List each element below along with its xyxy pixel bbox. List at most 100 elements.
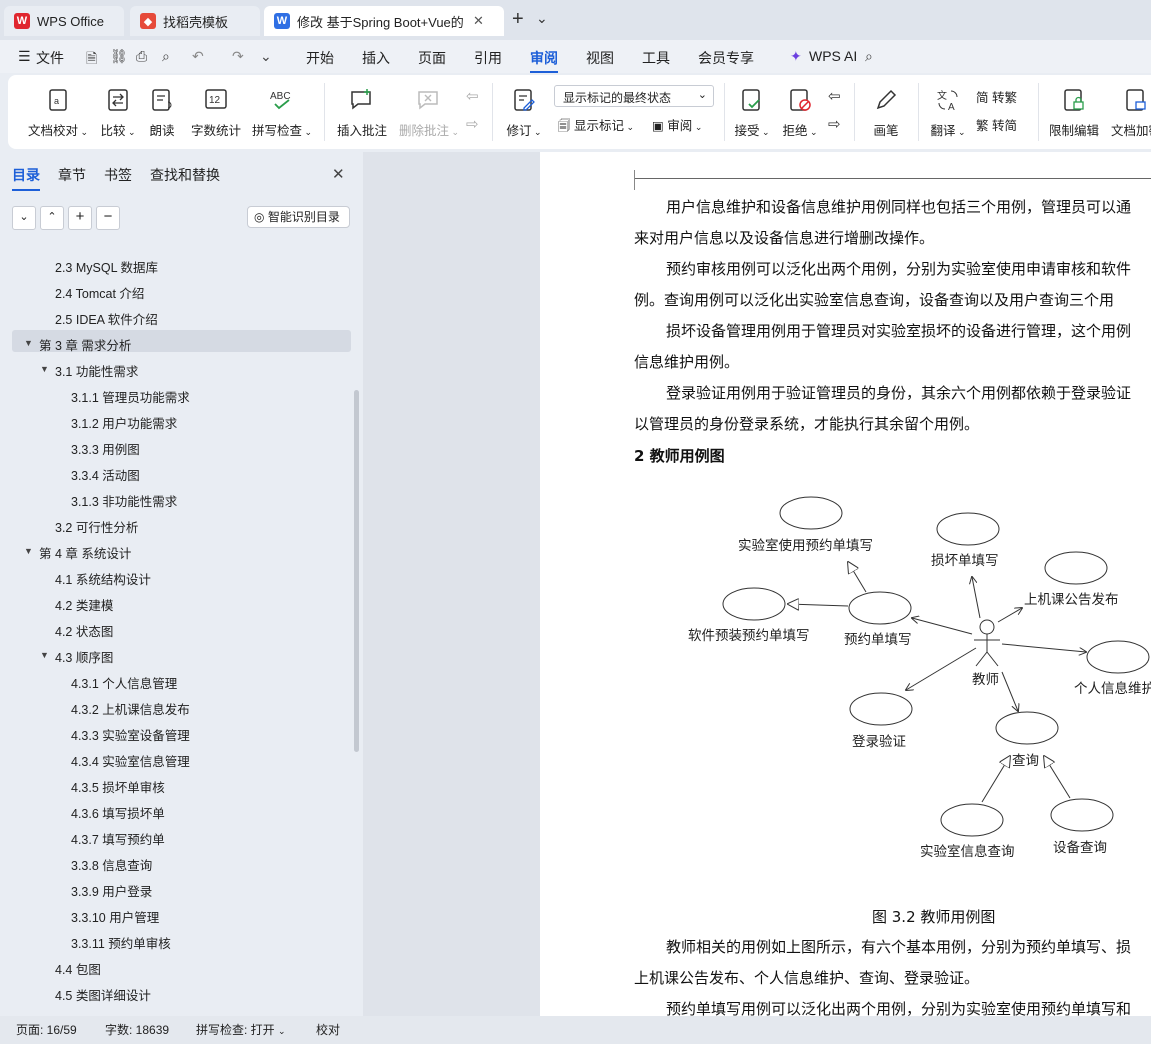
toc-item[interactable]: 4.3.6 填写损坏单 <box>71 803 165 822</box>
svg-text:A: A <box>948 102 955 113</box>
word-count-button[interactable]: 12 字数统计 <box>188 87 244 139</box>
toc-item[interactable]: 4.3.4 实验室信息管理 <box>71 751 190 770</box>
toc-item[interactable]: 4.3 顺序图 <box>55 647 113 666</box>
toc-item[interactable]: 3.3.4 活动图 <box>71 465 140 484</box>
toc-item[interactable]: 4.1 系统结构设计 <box>55 569 151 588</box>
restrict-edit-button[interactable]: 限制编辑 <box>1046 87 1102 139</box>
tab-wps-office[interactable]: W WPS Office <box>4 6 124 36</box>
doc-encrypt-button[interactable]: 文档加密 <box>1108 87 1151 139</box>
scrollbar-thumb[interactable] <box>354 390 359 752</box>
markup-state-select[interactable]: 显示标记的最终状态 ⌄ <box>554 85 714 107</box>
print-icon[interactable]: ⎙ <box>136 48 147 65</box>
add-heading-button[interactable]: + <box>68 206 92 230</box>
previous-change-icon[interactable]: ⇦ <box>828 87 841 105</box>
menu-references[interactable]: 引用 <box>474 48 502 68</box>
tab-chapters[interactable]: 章节 <box>58 165 86 185</box>
proofread-indicator[interactable]: 校对 <box>316 1021 340 1038</box>
label: 比较 <box>100 124 126 138</box>
toc-item[interactable]: 4.3.3 实验室设备管理 <box>71 725 190 744</box>
menu-home[interactable]: 开始 <box>306 48 334 68</box>
close-icon[interactable]: ✕ <box>473 13 484 29</box>
tab-document[interactable]: W 修改 基于Spring Boot+Vue的 ✕ <box>264 6 504 36</box>
tab-docer-template[interactable]: ◆ 找稻壳模板 <box>130 6 260 36</box>
revise-button[interactable]: 修订 ⌄ <box>502 87 546 139</box>
hamburger-icon[interactable]: ☰ <box>18 48 31 65</box>
toc-item[interactable]: 4.3.5 损坏单审核 <box>71 777 165 796</box>
remove-heading-button[interactable]: − <box>96 206 120 230</box>
undo-icon[interactable]: ↶ <box>192 48 204 65</box>
doc-proofread-button[interactable]: a 文档校对 ⌄ <box>26 87 90 139</box>
toc-item[interactable]: 3.2 可行性分析 <box>55 517 138 536</box>
toc-item[interactable]: 3.1.2 用户功能需求 <box>71 413 177 432</box>
smart-toc-button[interactable]: ◎ 智能识别目录 <box>247 206 350 228</box>
new-tab-button[interactable]: + <box>512 8 524 31</box>
chevron-down-icon[interactable]: ⌄ <box>536 10 548 27</box>
word-count-indicator[interactable]: 字数: 18639 <box>105 1021 169 1038</box>
toc-item[interactable]: 3.1.3 非功能性需求 <box>71 491 177 510</box>
collapse-all-button[interactable]: ⌄ <box>12 206 36 230</box>
close-icon[interactable]: ✕ <box>332 165 345 183</box>
toc-item[interactable]: 4.4 包图 <box>55 959 101 978</box>
menu-tools[interactable]: 工具 <box>642 48 670 68</box>
use-case-ellipse <box>779 496 843 530</box>
toc-item[interactable]: 4.3.1 个人信息管理 <box>71 673 177 692</box>
toc-item[interactable]: 4.5 类图详细设计 <box>55 985 151 1004</box>
page-indicator[interactable]: 页面: 16/59 <box>16 1021 77 1038</box>
previous-comment-icon[interactable]: ⇦ <box>466 87 479 105</box>
reject-button[interactable]: 拒绝 ⌄ <box>780 87 820 139</box>
insert-comment-button[interactable]: 插入批注 <box>334 87 390 139</box>
next-change-icon[interactable]: ⇨ <box>828 115 841 133</box>
expand-up-button[interactable]: ⌃ <box>40 206 64 230</box>
print-preview-icon[interactable]: ⌕ <box>162 48 170 65</box>
brush-button[interactable]: 画笔 <box>868 87 904 139</box>
to-simplified-button[interactable]: 繁 转简 <box>976 115 1017 134</box>
translate-button[interactable]: 文A 翻译 ⌄ <box>926 87 970 139</box>
read-aloud-button[interactable]: 朗读 <box>144 87 180 139</box>
menu-review[interactable]: 审阅 <box>530 48 558 73</box>
menu-insert[interactable]: 插入 <box>362 48 390 68</box>
toc-item[interactable]: 2.3 MySQL 数据库 <box>55 257 158 276</box>
show-markup-button[interactable]: 🗐 显示标记 ⌄ <box>558 115 634 138</box>
menu-wps-ai[interactable]: WPS AI <box>809 48 857 64</box>
toc-item[interactable]: 2.5 IDEA 软件介绍 <box>55 309 158 328</box>
simplified-icon: 繁 <box>976 119 989 133</box>
caret-down-icon[interactable]: ▼ <box>40 364 49 374</box>
tab-find-replace[interactable]: 查找和替换 <box>150 165 220 185</box>
review-pane-button[interactable]: ▣ 审阅 ⌄ <box>652 115 702 134</box>
save-icon[interactable]: 🗎 <box>86 48 97 72</box>
toc-item[interactable]: 3.3.11 预约单审核 <box>71 933 171 952</box>
toc-item[interactable]: 第 4 章 系统设计 <box>39 543 131 562</box>
caret-down-icon[interactable]: ▼ <box>24 546 33 556</box>
chevron-down-icon[interactable]: ⌄ <box>260 48 272 65</box>
toc-item[interactable]: 3.3.8 信息查询 <box>71 855 152 874</box>
tab-bookmarks[interactable]: 书签 <box>104 165 132 185</box>
toc-item[interactable]: 3.1.1 管理员功能需求 <box>71 387 190 406</box>
toc-item[interactable]: 4.3.7 填写预约单 <box>71 829 165 848</box>
to-traditional-button[interactable]: 简 转繁 <box>976 87 1017 106</box>
menu-member[interactable]: 会员专享 <box>698 48 754 68</box>
toc-item[interactable]: 4.3.2 上机课信息发布 <box>71 699 190 718</box>
share-icon[interactable]: ⛓ <box>110 48 128 65</box>
menu-file[interactable]: 文件 <box>36 48 64 68</box>
accept-button[interactable]: 接受 ⌄ <box>732 87 772 139</box>
toc-item[interactable]: 3.3.9 用户登录 <box>71 881 152 900</box>
toc-item[interactable]: 第 3 章 需求分析 <box>39 335 131 354</box>
spell-check-button[interactable]: ABC 拼写检查 ⌄ <box>250 87 314 139</box>
toc-item[interactable]: 2.4 Tomcat 介绍 <box>55 283 144 302</box>
toc-item[interactable]: 4.2 类建模 <box>55 595 113 614</box>
tab-toc[interactable]: 目录 <box>12 165 40 191</box>
toc-item[interactable]: 3.3.10 用户管理 <box>71 907 159 926</box>
redo-icon[interactable]: ↷ <box>232 48 244 65</box>
toc-item[interactable]: 3.3.3 用例图 <box>71 439 140 458</box>
search-icon[interactable]: ⌕ <box>865 48 873 65</box>
toc-item[interactable]: 4.2 状态图 <box>55 621 113 640</box>
toc-item[interactable]: 3.1 功能性需求 <box>55 361 138 380</box>
menu-page[interactable]: 页面 <box>418 48 446 68</box>
next-comment-icon[interactable]: ⇨ <box>466 115 479 133</box>
delete-comment-button[interactable]: 删除批注 ⌄ <box>396 87 462 139</box>
caret-down-icon[interactable]: ▼ <box>24 338 33 348</box>
caret-down-icon[interactable]: ▼ <box>40 650 49 660</box>
menu-view[interactable]: 视图 <box>586 48 614 68</box>
spell-check-indicator[interactable]: 拼写检查: 打开 ⌄ <box>196 1021 286 1038</box>
compare-button[interactable]: 比较 ⌄ <box>96 87 140 139</box>
